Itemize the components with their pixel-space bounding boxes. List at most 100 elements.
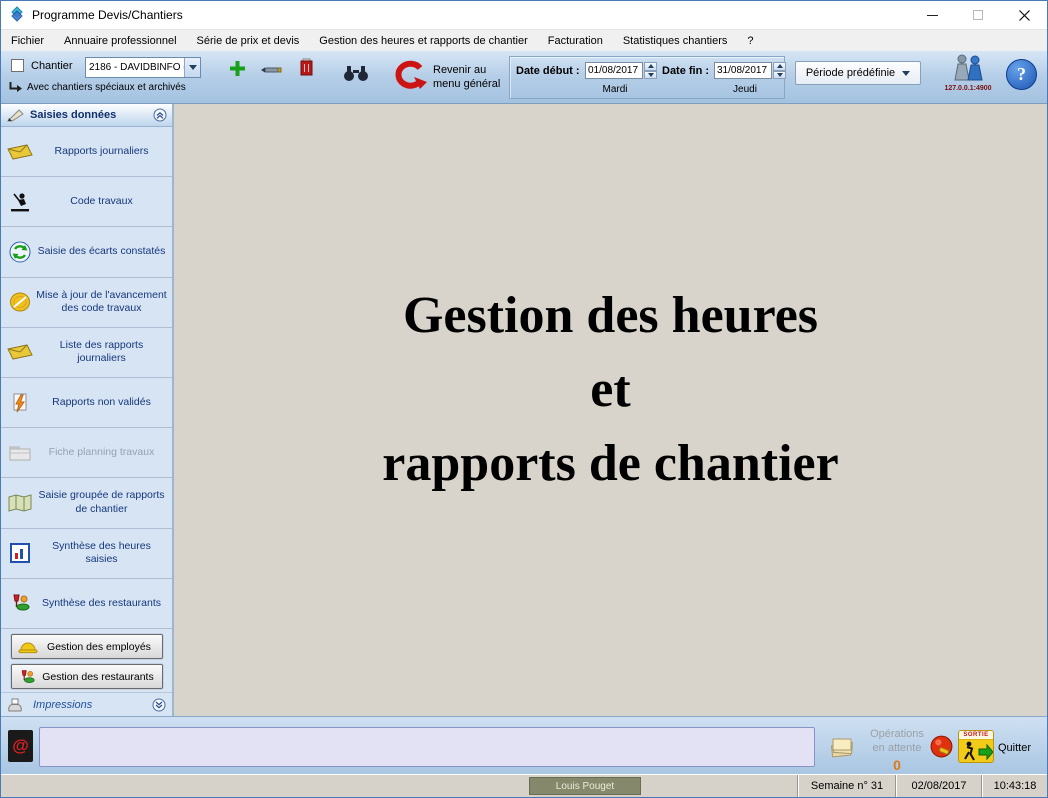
report-envelope-icon — [4, 344, 36, 360]
pending-operations-icon — [829, 736, 855, 761]
menu-statistiques-chantiers[interactable]: Statistiques chantiers — [613, 31, 738, 51]
minimize-icon — [927, 15, 938, 16]
email-button[interactable]: @ — [8, 730, 33, 762]
sidebar-item-saisie-des-ecarts[interactable]: Saisie des écarts constatés — [1, 227, 172, 277]
add-chantier-button[interactable] — [229, 60, 246, 77]
sidebar-item-label: Liste des rapports journaliers — [36, 339, 169, 366]
gestion-employes-button[interactable]: Gestion des employés — [11, 634, 163, 659]
restaurant-icon — [4, 593, 36, 613]
users-icon — [951, 54, 985, 81]
chantier-label: Chantier — [31, 60, 73, 72]
return-arrow-icon — [391, 59, 427, 93]
chevron-double-down-icon[interactable] — [152, 698, 166, 712]
spin-down-icon[interactable] — [644, 71, 657, 80]
status-bar: Louis Pouget Semaine n° 31 02/08/2017 10… — [1, 774, 1047, 797]
spin-down-icon[interactable] — [773, 71, 786, 80]
sidebar-section-impressions[interactable]: Impressions — [1, 692, 172, 716]
chantier-checkbox[interactable] — [11, 59, 24, 72]
menu-gestion-des-heures[interactable]: Gestion des heures et rapports de chanti… — [309, 31, 538, 51]
connection-address: 127.0.0.1:4900 — [939, 85, 997, 92]
map-icon — [4, 494, 36, 512]
week-number: Semaine n° 31 — [799, 775, 895, 797]
date-end-label: Date fin : — [662, 65, 709, 77]
date-end-spinner[interactable] — [773, 62, 786, 79]
sidebar-header-saisies-donnees[interactable]: Saisies données — [1, 104, 172, 127]
sidebar-item-label: Fiche planning travaux — [36, 446, 169, 460]
quit-button[interactable]: Quitter — [998, 742, 1031, 754]
question-mark-icon: ? — [1017, 64, 1026, 85]
toolbar: Chantier 2186 - DAVIDBINFO - l — [1, 51, 1047, 104]
predefined-period-button[interactable]: Période prédéfinie — [795, 61, 921, 85]
sidebar-item-liste-rapports-journaliers[interactable]: Liste des rapports journaliers — [1, 328, 172, 378]
sidebar-item-label: Synthèse des heures saisies — [36, 540, 169, 567]
coin-icon — [4, 292, 36, 312]
page-title-line1: Gestion des heures — [382, 279, 838, 353]
sidebar-item-label: Saisie des écarts constatés — [36, 245, 169, 259]
menu-annuaire-professionnel[interactable]: Annuaire professionnel — [54, 31, 187, 51]
sidebar-item-synthese-restaurants[interactable]: Synthèse des restaurants — [1, 579, 172, 629]
spin-up-icon[interactable] — [773, 62, 786, 71]
gestion-restaurants-button[interactable]: Gestion des restaurants — [11, 664, 163, 689]
gestion-employes-label: Gestion des employés — [43, 641, 156, 653]
close-button[interactable] — [1001, 1, 1047, 29]
app-icon — [9, 6, 25, 25]
worker-icon — [4, 192, 36, 212]
sidebar-item-label: Code travaux — [36, 195, 169, 209]
edit-chantier-button[interactable] — [261, 63, 283, 77]
sidebar-item-rapports-non-valides[interactable]: Rapports non validés — [1, 378, 172, 428]
sidebar-item-saisie-groupee[interactable]: Saisie groupée de rapports de chantier — [1, 478, 172, 528]
date-start-spinner[interactable] — [644, 62, 657, 79]
sidebar-item-synthese-heures[interactable]: Synthèse des heures saisies — [1, 529, 172, 579]
statusbar-spacer — [1, 775, 529, 797]
return-menu-line1: Revenir au — [433, 63, 500, 77]
sidebar-item-mise-a-jour-avancement[interactable]: Mise à jour de l'avancement des code tra… — [1, 278, 172, 328]
menu-fichier[interactable]: Fichier — [1, 31, 54, 51]
hardhat-icon — [18, 640, 38, 654]
minimize-button[interactable] — [909, 1, 955, 29]
sidebar-item-label: Mise à jour de l'avancement des code tra… — [36, 289, 169, 316]
chevron-down-icon[interactable] — [184, 58, 200, 77]
delete-chantier-button[interactable] — [299, 58, 315, 77]
sidebar-item-fiche-planning-travaux: Fiche planning travaux — [1, 428, 172, 478]
menu-help[interactable]: ? — [737, 31, 763, 51]
chantier-combobox[interactable]: 2186 - DAVIDBINFO - l — [85, 57, 201, 78]
app-window: Programme Devis/Chantiers Fichier Annuai… — [0, 0, 1048, 798]
sidebar-item-code-travaux[interactable]: Code travaux — [1, 177, 172, 227]
spin-up-icon[interactable] — [644, 62, 657, 71]
search-button[interactable] — [343, 65, 369, 82]
sidebar-item-label: Saisie groupée de rapports de chantier — [36, 489, 169, 516]
close-icon — [1019, 10, 1030, 21]
binoculars-icon — [343, 65, 369, 82]
sidebar-item-rapports-journaliers[interactable]: Rapports journaliers — [1, 127, 172, 177]
sidebar-item-label: Rapports non validés — [36, 396, 169, 410]
connection-status: 127.0.0.1:4900 — [939, 54, 997, 92]
date-end-day: Jeudi — [700, 84, 790, 95]
return-menu-button[interactable] — [391, 59, 427, 93]
date-start-input[interactable]: 01/08/2017 — [585, 62, 643, 79]
page-title-line2: et — [382, 353, 838, 427]
plus-icon — [229, 60, 246, 77]
user-badge: Louis Pouget — [529, 777, 641, 795]
alert-orb-icon[interactable] — [929, 734, 954, 762]
current-date: 02/08/2017 — [897, 775, 981, 797]
printer-icon — [7, 698, 23, 712]
corner-arrow-icon — [9, 82, 22, 93]
page-title-line3: rapports de chantier — [382, 427, 838, 501]
exit-figure-icon — [959, 740, 993, 762]
date-end-input[interactable]: 31/08/2017 — [714, 62, 772, 79]
maximize-button[interactable] — [955, 1, 1001, 29]
sidebar-item-label: Rapports journaliers — [36, 145, 169, 159]
menu-serie-de-prix-et-devis[interactable]: Série de prix et devis — [187, 31, 310, 51]
archived-chantiers-row[interactable]: Avec chantiers spéciaux et archivés — [9, 82, 186, 93]
sortie-sign-icon[interactable]: SORTIE — [958, 730, 994, 763]
sidebar-buttons: Gestion des employés Gestion des restaur… — [1, 629, 172, 692]
sidebar: Saisies données Rapports journaliers — [1, 104, 174, 716]
menu-facturation[interactable]: Facturation — [538, 31, 613, 51]
message-panel[interactable] — [39, 727, 815, 767]
date-range-panel: Date début : 01/08/2017 Mardi Date fin :… — [509, 56, 785, 99]
help-button[interactable]: ? — [1006, 59, 1037, 90]
sidebar-item-label: Synthèse des restaurants — [36, 597, 169, 611]
date-start-day: Mardi — [570, 84, 660, 95]
return-menu-label[interactable]: Revenir au menu général — [433, 63, 500, 92]
chevron-double-up-icon[interactable] — [153, 108, 167, 122]
